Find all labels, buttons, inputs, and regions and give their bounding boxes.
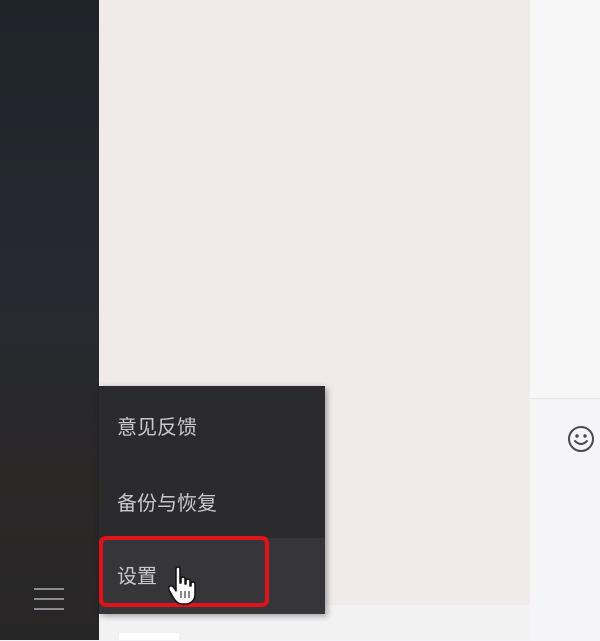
- menu-item-feedback[interactable]: 意见反馈: [99, 389, 325, 465]
- sidebar: [0, 0, 99, 640]
- emoji-smile-icon[interactable]: [567, 425, 595, 453]
- hamburger-menu-icon[interactable]: [34, 586, 64, 612]
- settings-popup-menu: 意见反馈 备份与恢复 设置: [99, 386, 325, 614]
- menu-item-settings[interactable]: 设置: [99, 538, 325, 614]
- footer-strip: [119, 633, 179, 640]
- menu-item-backup-restore[interactable]: 备份与恢复: [99, 465, 325, 541]
- right-panel: [530, 0, 600, 398]
